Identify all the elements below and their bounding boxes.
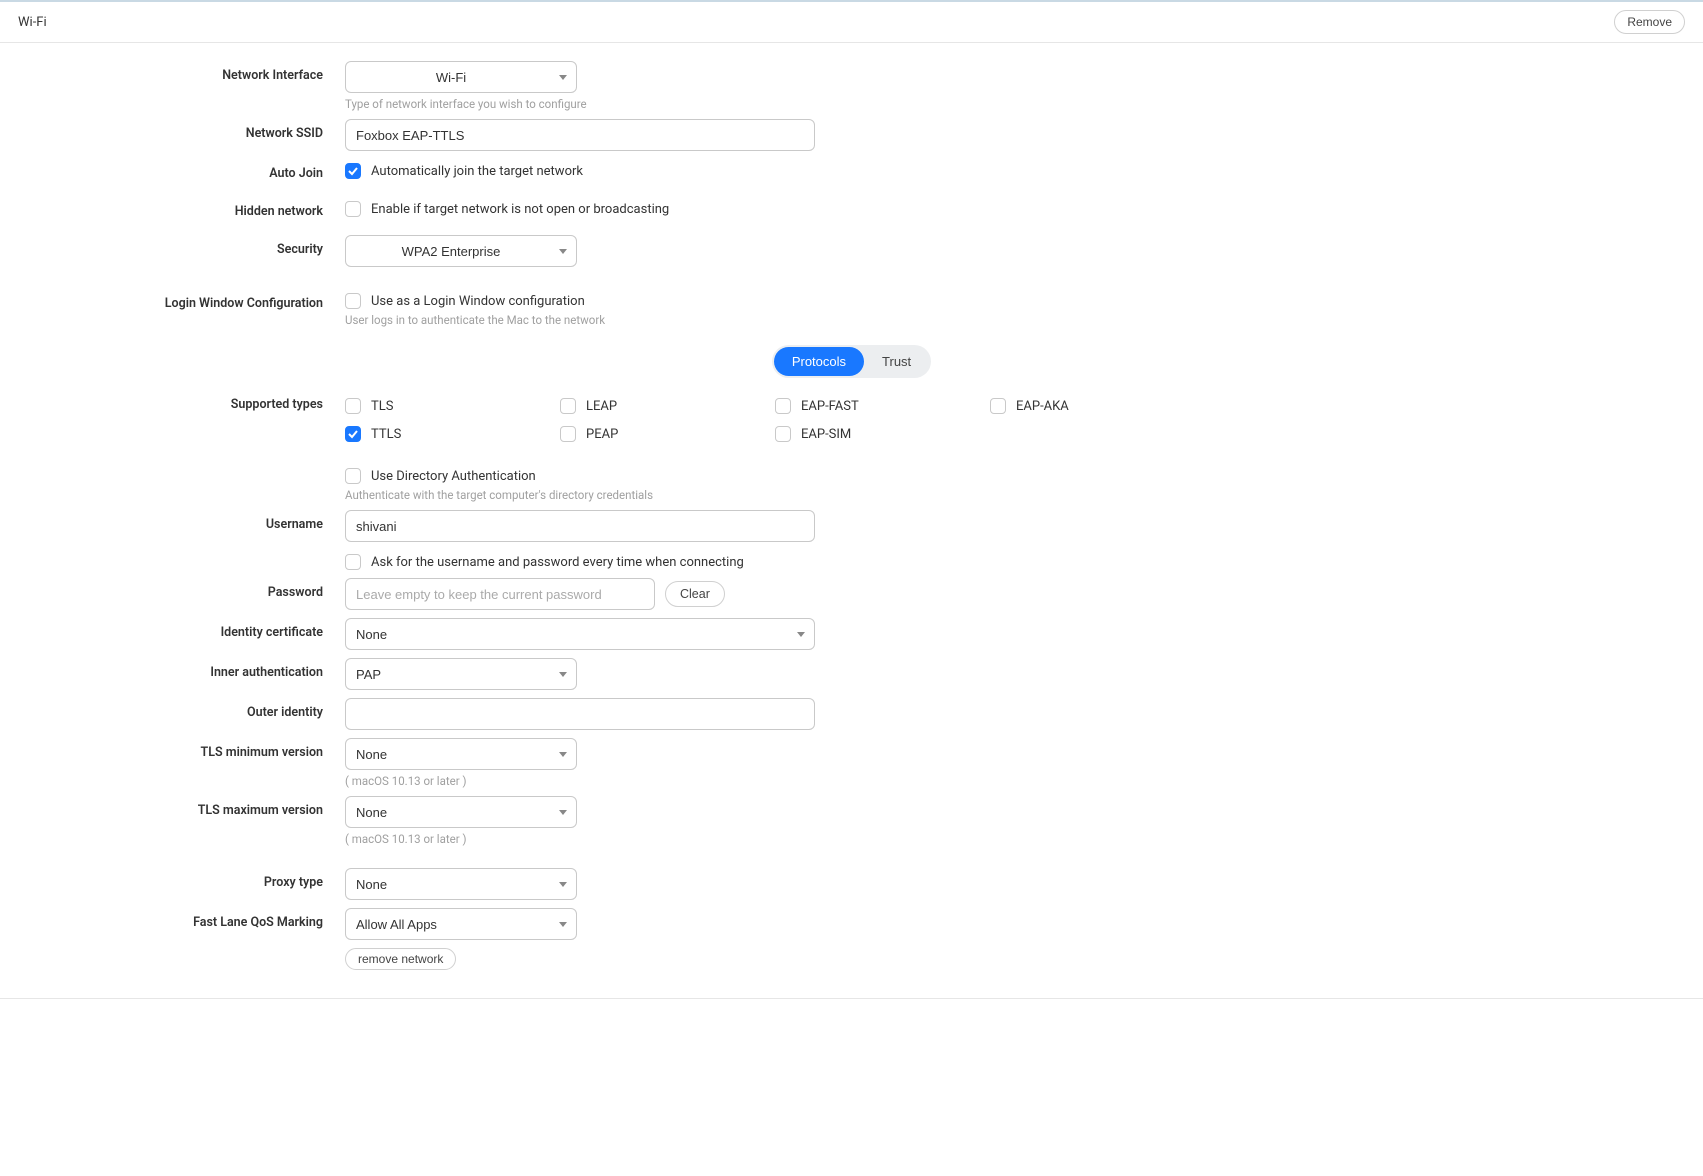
form-area: Network Interface Wi-Fi Type of network …: [0, 43, 1703, 1039]
tab-protocols[interactable]: Protocols: [774, 347, 864, 376]
type-eapsim-label[interactable]: EAP-SIM: [801, 427, 851, 442]
label-identity-cert: Identity certificate: [0, 618, 345, 640]
helper-tls-min: ( macOS 10.13 or later ): [345, 774, 1703, 788]
type-peap-checkbox[interactable]: [560, 426, 576, 442]
label-outer-identity: Outer identity: [0, 698, 345, 720]
type-ttls-label[interactable]: TTLS: [371, 427, 401, 442]
remove-network-button[interactable]: remove network: [345, 948, 456, 970]
inner-auth-select[interactable]: PAP: [345, 658, 577, 690]
label-security: Security: [0, 235, 345, 257]
type-eapfast-checkbox[interactable]: [775, 398, 791, 414]
type-leap-checkbox[interactable]: [560, 398, 576, 414]
helper-login-window: User logs in to authenticate the Mac to …: [345, 313, 1703, 327]
label-auto-join: Auto Join: [0, 159, 345, 181]
password-input[interactable]: [345, 578, 655, 610]
type-peap-label[interactable]: PEAP: [586, 427, 618, 442]
panel-title: Wi-Fi: [18, 15, 47, 30]
identity-cert-select[interactable]: None: [345, 618, 815, 650]
network-interface-select[interactable]: Wi-Fi: [345, 61, 577, 93]
type-ttls-checkbox[interactable]: [345, 426, 361, 442]
login-window-checkbox[interactable]: [345, 293, 361, 309]
label-login-window: Login Window Configuration: [0, 289, 345, 311]
label-username: Username: [0, 510, 345, 532]
network-ssid-input[interactable]: [345, 119, 815, 151]
ask-creds-label-text[interactable]: Ask for the username and password every …: [371, 555, 744, 570]
check-icon: [348, 429, 358, 439]
label-network-ssid: Network SSID: [0, 119, 345, 141]
label-inner-auth: Inner authentication: [0, 658, 345, 680]
helper-network-interface: Type of network interface you wish to co…: [345, 97, 1703, 111]
label-tls-min: TLS minimum version: [0, 738, 345, 760]
helper-tls-max: ( macOS 10.13 or later ): [345, 832, 1703, 846]
label-tls-max: TLS maximum version: [0, 796, 345, 818]
username-input[interactable]: [345, 510, 815, 542]
security-select[interactable]: WPA2 Enterprise: [345, 235, 577, 267]
auto-join-checkbox[interactable]: [345, 163, 361, 179]
type-tls-checkbox[interactable]: [345, 398, 361, 414]
proxy-type-select[interactable]: None: [345, 868, 577, 900]
tls-min-select[interactable]: None: [345, 738, 577, 770]
label-fastlane: Fast Lane QoS Marking: [0, 908, 345, 930]
login-window-label-text[interactable]: Use as a Login Window configuration: [371, 294, 585, 309]
ask-creds-checkbox[interactable]: [345, 554, 361, 570]
type-eapaka-checkbox[interactable]: [990, 398, 1006, 414]
label-hidden-network: Hidden network: [0, 197, 345, 219]
label-password: Password: [0, 578, 345, 600]
fastlane-select[interactable]: Allow All Apps: [345, 908, 577, 940]
hidden-network-checkbox[interactable]: [345, 201, 361, 217]
remove-button[interactable]: Remove: [1614, 10, 1685, 34]
type-eapsim-checkbox[interactable]: [775, 426, 791, 442]
panel-header: Wi-Fi Remove: [0, 0, 1703, 43]
type-eapaka-label[interactable]: EAP-AKA: [1016, 399, 1069, 414]
type-leap-label[interactable]: LEAP: [586, 399, 617, 414]
protocols-trust-tabs: Protocols Trust: [772, 345, 931, 378]
type-eapfast-label[interactable]: EAP-FAST: [801, 399, 859, 414]
check-icon: [348, 166, 358, 176]
helper-dir-auth: Authenticate with the target computer's …: [345, 488, 1703, 502]
tls-max-select[interactable]: None: [345, 796, 577, 828]
auto-join-label-text[interactable]: Automatically join the target network: [371, 164, 583, 179]
dir-auth-checkbox[interactable]: [345, 468, 361, 484]
label-network-interface: Network Interface: [0, 61, 345, 83]
type-tls-label[interactable]: TLS: [371, 399, 393, 414]
clear-password-button[interactable]: Clear: [665, 581, 725, 607]
outer-identity-input[interactable]: [345, 698, 815, 730]
label-proxy-type: Proxy type: [0, 868, 345, 890]
label-supported-types: Supported types: [0, 390, 345, 412]
tab-trust[interactable]: Trust: [864, 347, 929, 376]
dir-auth-label-text[interactable]: Use Directory Authentication: [371, 469, 536, 484]
hidden-network-label-text[interactable]: Enable if target network is not open or …: [371, 202, 669, 217]
